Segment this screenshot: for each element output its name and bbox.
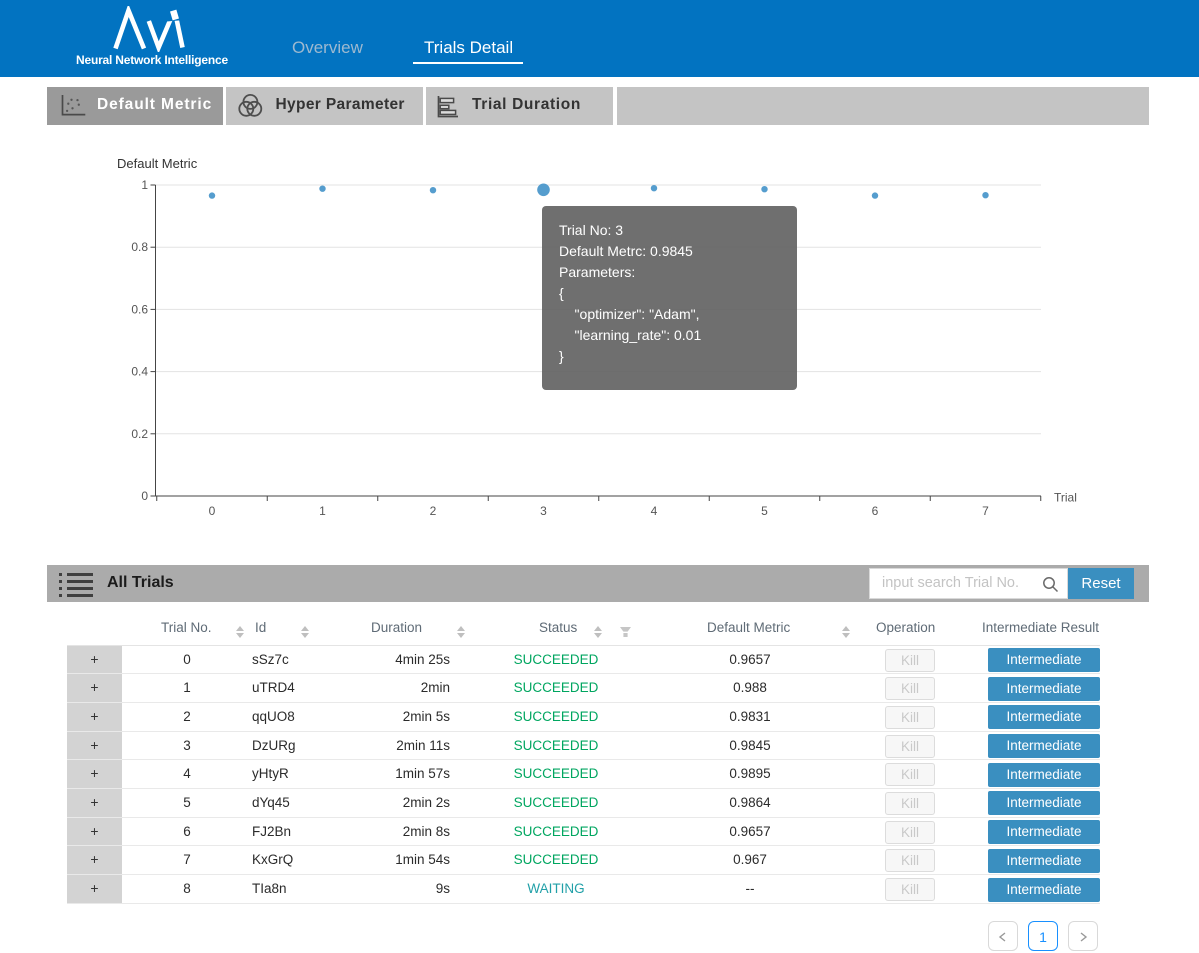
svg-text:2: 2 — [430, 504, 437, 518]
svg-text:6: 6 — [872, 504, 879, 518]
svg-text:4: 4 — [651, 504, 658, 518]
svg-text:Default Metric: Default Metric — [117, 156, 198, 171]
svg-text:1: 1 — [141, 178, 148, 192]
svg-text:0.6: 0.6 — [131, 302, 148, 316]
svg-text:7: 7 — [982, 504, 989, 518]
svg-text:0.8: 0.8 — [131, 240, 148, 254]
svg-text:0.2: 0.2 — [131, 427, 148, 441]
svg-text:1: 1 — [319, 504, 326, 518]
svg-text:0: 0 — [141, 489, 148, 503]
svg-text:Trial: Trial — [1054, 491, 1077, 505]
svg-text:3: 3 — [540, 504, 547, 518]
svg-text:0.4: 0.4 — [131, 365, 148, 379]
svg-text:5: 5 — [761, 504, 768, 518]
svg-text:0: 0 — [209, 504, 216, 518]
